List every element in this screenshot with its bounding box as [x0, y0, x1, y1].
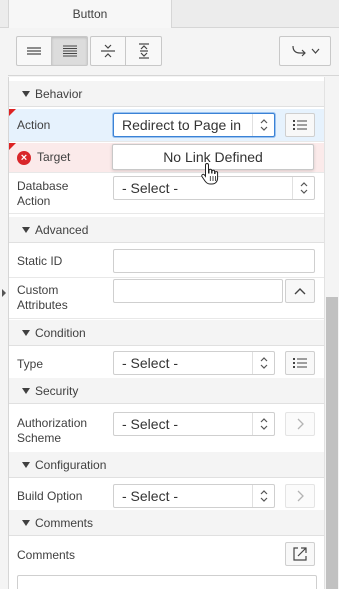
select-arrows-icon	[252, 485, 274, 507]
property-row-authorization-scheme[interactable]: Authorization Scheme - Select -	[9, 405, 324, 453]
section-configuration[interactable]: Configuration	[9, 452, 324, 478]
collapse-triangle-icon	[22, 330, 30, 336]
collapse-expand-group	[90, 36, 162, 66]
comments-label: Comments	[17, 548, 76, 562]
type-list-button[interactable]	[285, 351, 315, 375]
hand-pointer-icon	[201, 162, 219, 185]
type-select[interactable]: - Select -	[113, 351, 275, 375]
show-all-icon	[62, 45, 77, 57]
expand-all-icon	[138, 43, 149, 59]
show-common-icon	[27, 47, 41, 55]
list-icon	[293, 120, 307, 130]
show-common-button[interactable]	[16, 36, 52, 66]
chevron-up-icon	[294, 288, 306, 295]
property-toolbar	[8, 28, 339, 76]
section-behavior[interactable]: Behavior	[9, 81, 324, 107]
chevron-right-icon	[297, 418, 304, 430]
collapse-triangle-icon	[22, 227, 30, 233]
static-id-label: Static ID	[17, 254, 63, 268]
required-flag-icon	[9, 109, 16, 116]
list-icon	[293, 358, 307, 368]
expand-all-button[interactable]	[126, 36, 162, 66]
action-select[interactable]: Redirect to Page in	[113, 113, 275, 137]
collapse-triangle-icon	[22, 91, 30, 97]
action-list-button[interactable]	[285, 113, 315, 137]
go-to-group-icon	[291, 45, 306, 57]
chevron-right-icon	[297, 490, 304, 502]
static-id-input[interactable]	[113, 249, 315, 273]
type-label: Type	[17, 357, 44, 371]
property-row-action[interactable]: Action Redirect to Page in	[9, 109, 324, 142]
collapse-triangle-icon	[22, 388, 30, 394]
database-action-label: Database Action	[17, 179, 69, 208]
target-label: Target	[37, 150, 71, 164]
chevron-down-icon	[311, 48, 319, 54]
build-option-label: Build Option	[17, 489, 83, 503]
collapse-triangle-icon	[22, 462, 30, 468]
show-all-button[interactable]	[52, 36, 88, 66]
custom-attributes-input[interactable]	[113, 279, 283, 303]
comments-textarea[interactable]	[17, 575, 317, 589]
splitter-handle-icon[interactable]	[2, 289, 6, 297]
open-comments-editor-button[interactable]	[285, 542, 315, 566]
select-arrows-icon	[252, 413, 274, 435]
scrollbar-thumb[interactable]	[326, 297, 338, 589]
build-option-select[interactable]: - Select -	[113, 484, 275, 508]
expand-textarea-button[interactable]	[285, 279, 315, 303]
expand-editor-icon	[293, 547, 307, 561]
select-arrows-icon	[292, 177, 314, 199]
error-icon: ×	[17, 151, 31, 165]
select-arrows-icon	[252, 114, 274, 136]
authorization-scheme-label: Authorization Scheme	[17, 416, 88, 445]
tab-bar: Button	[0, 0, 339, 29]
authorization-go-button[interactable]	[285, 412, 315, 436]
build-option-go-button[interactable]	[285, 484, 315, 508]
required-flag-icon	[9, 143, 16, 150]
collapse-all-icon	[101, 44, 115, 58]
collapse-triangle-icon	[22, 520, 30, 526]
vertical-scrollbar[interactable]	[324, 77, 339, 589]
custom-attributes-label: Custom Attributes	[17, 283, 68, 312]
authorization-scheme-select[interactable]: - Select -	[113, 412, 275, 436]
collapse-all-button[interactable]	[90, 36, 126, 66]
tab-button[interactable]: Button	[8, 0, 172, 29]
display-mode-group	[16, 36, 88, 66]
action-label: Action	[17, 118, 51, 132]
section-advanced[interactable]: Advanced	[9, 217, 324, 243]
property-row-type[interactable]: Type - Select -	[9, 347, 324, 380]
select-arrows-icon	[252, 352, 274, 374]
property-row-custom-attributes[interactable]: Custom Attributes	[9, 279, 324, 319]
section-condition[interactable]: Condition	[9, 320, 324, 346]
go-to-group-button[interactable]	[279, 36, 331, 66]
section-comments[interactable]: Comments	[9, 510, 324, 536]
property-row-build-option[interactable]: Build Option - Select -	[9, 479, 324, 512]
property-row-database-action[interactable]: Database Action - Select -	[9, 174, 324, 214]
section-security[interactable]: Security	[9, 378, 324, 404]
property-row-static-id[interactable]: Static ID	[9, 244, 324, 278]
